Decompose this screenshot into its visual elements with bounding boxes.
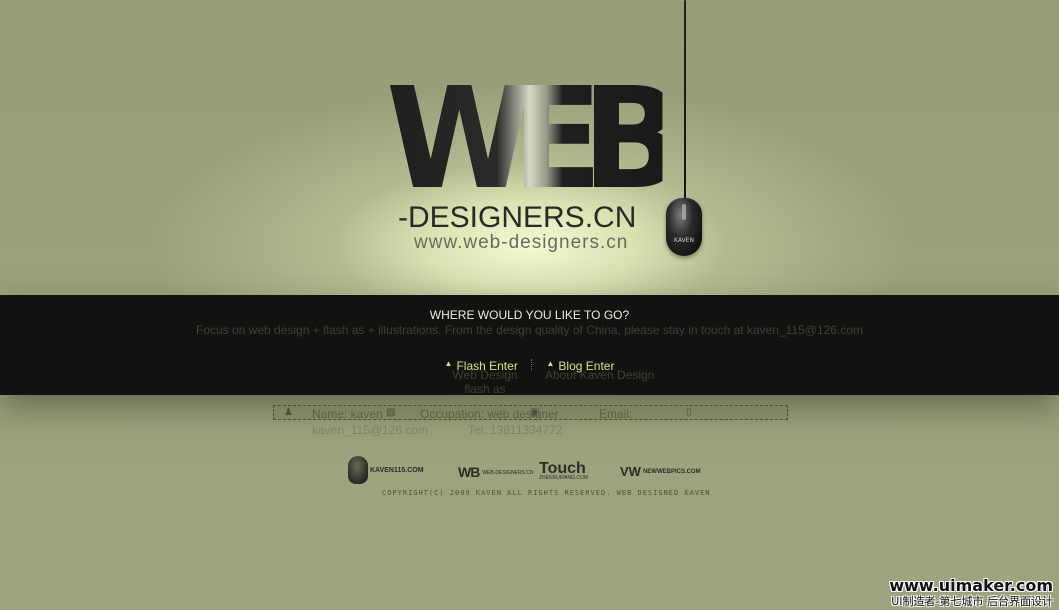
- bug-icon: [348, 456, 368, 484]
- mouse-icon: KAVEN: [666, 198, 702, 256]
- briefcase-icon: ▣: [530, 407, 540, 418]
- partner-kaven-label: KAVEN115.COM: [370, 466, 424, 474]
- bullet-icon: ▲: [444, 359, 453, 368]
- contact-strip: ♟ Name: kaven ▧ Occupation: web designer…: [273, 405, 788, 421]
- copyright: COPYRIGHT(C) 2009 KAVEN ALL RIGHTS RESER…: [382, 489, 711, 497]
- band-title: WHERE WOULD YOU LIKE TO GO?: [429, 308, 630, 322]
- contact-tel: Tel: 13811334772: [468, 423, 563, 437]
- flash-as-label: flash as: [464, 382, 506, 396]
- bullet-icon: ▲: [546, 359, 555, 368]
- partner-vw[interactable]: VW NEWWEBPICS.COM: [620, 464, 701, 479]
- logo-mark: WEB: [386, 58, 683, 221]
- watermark: www.uimaker.com UI制造者-第七城市 后台界面设计: [889, 576, 1053, 609]
- logo-url: www.web-designers.cn: [414, 232, 629, 253]
- partner-wb[interactable]: WB WEB-DESIGNERS.CN: [458, 464, 533, 480]
- band-description: Focus on web design + flash as + illustr…: [195, 323, 863, 337]
- mouse-label: KAVEN: [674, 237, 694, 244]
- id-icon: ▧: [386, 407, 396, 418]
- partner-touch[interactable]: Touch ZHENRUIPANG.COM: [539, 460, 588, 481]
- site-logo: WEB -DESIGNERS.CN www.web-designers.cn: [386, 70, 683, 260]
- watermark-text: UI制造者-第七城市 后台界面设计: [891, 595, 1053, 608]
- flash-enter-link[interactable]: ▲ Flash Enter: [439, 359, 524, 373]
- partner-vw-sub: NEWWEBPICS.COM: [642, 469, 701, 475]
- partner-wb-sub: WEB-DESIGNERS.CN: [482, 470, 534, 477]
- partner-kaven[interactable]: KAVEN115.COM: [348, 456, 424, 484]
- navigation-band: WHERE WOULD YOU LIKE TO GO? Focus on web…: [0, 295, 1059, 396]
- contact-name: Name: kaven: [312, 407, 383, 421]
- partner-logos: KAVEN115.COM WB WEB-DESIGNERS.CN Touch ZH…: [348, 456, 718, 486]
- partner-vw-label: VW: [620, 464, 641, 479]
- phone-icon: ▯: [686, 407, 692, 418]
- contact-email[interactable]: kaven_115@126.com: [312, 423, 428, 437]
- blog-enter-link[interactable]: ▲ Blog Enter: [541, 359, 621, 373]
- contact-email-label: Email:: [599, 407, 633, 421]
- flash-enter-label: Flash Enter: [456, 359, 518, 373]
- link-divider: [531, 359, 533, 371]
- user-icon: ♟: [284, 407, 293, 418]
- enter-links: ▲ Flash Enter ▲ Blog Enter: [0, 359, 1059, 373]
- blog-enter-label: Blog Enter: [558, 359, 615, 373]
- mouse-cable: [684, 0, 686, 205]
- watermark-url: www.uimaker.com: [889, 576, 1053, 595]
- logo-name: -DESIGNERS.CN: [398, 201, 637, 234]
- partner-wb-label: WB: [458, 464, 480, 480]
- partner-touch-sub: ZHENRUIPANG.COM: [539, 475, 589, 481]
